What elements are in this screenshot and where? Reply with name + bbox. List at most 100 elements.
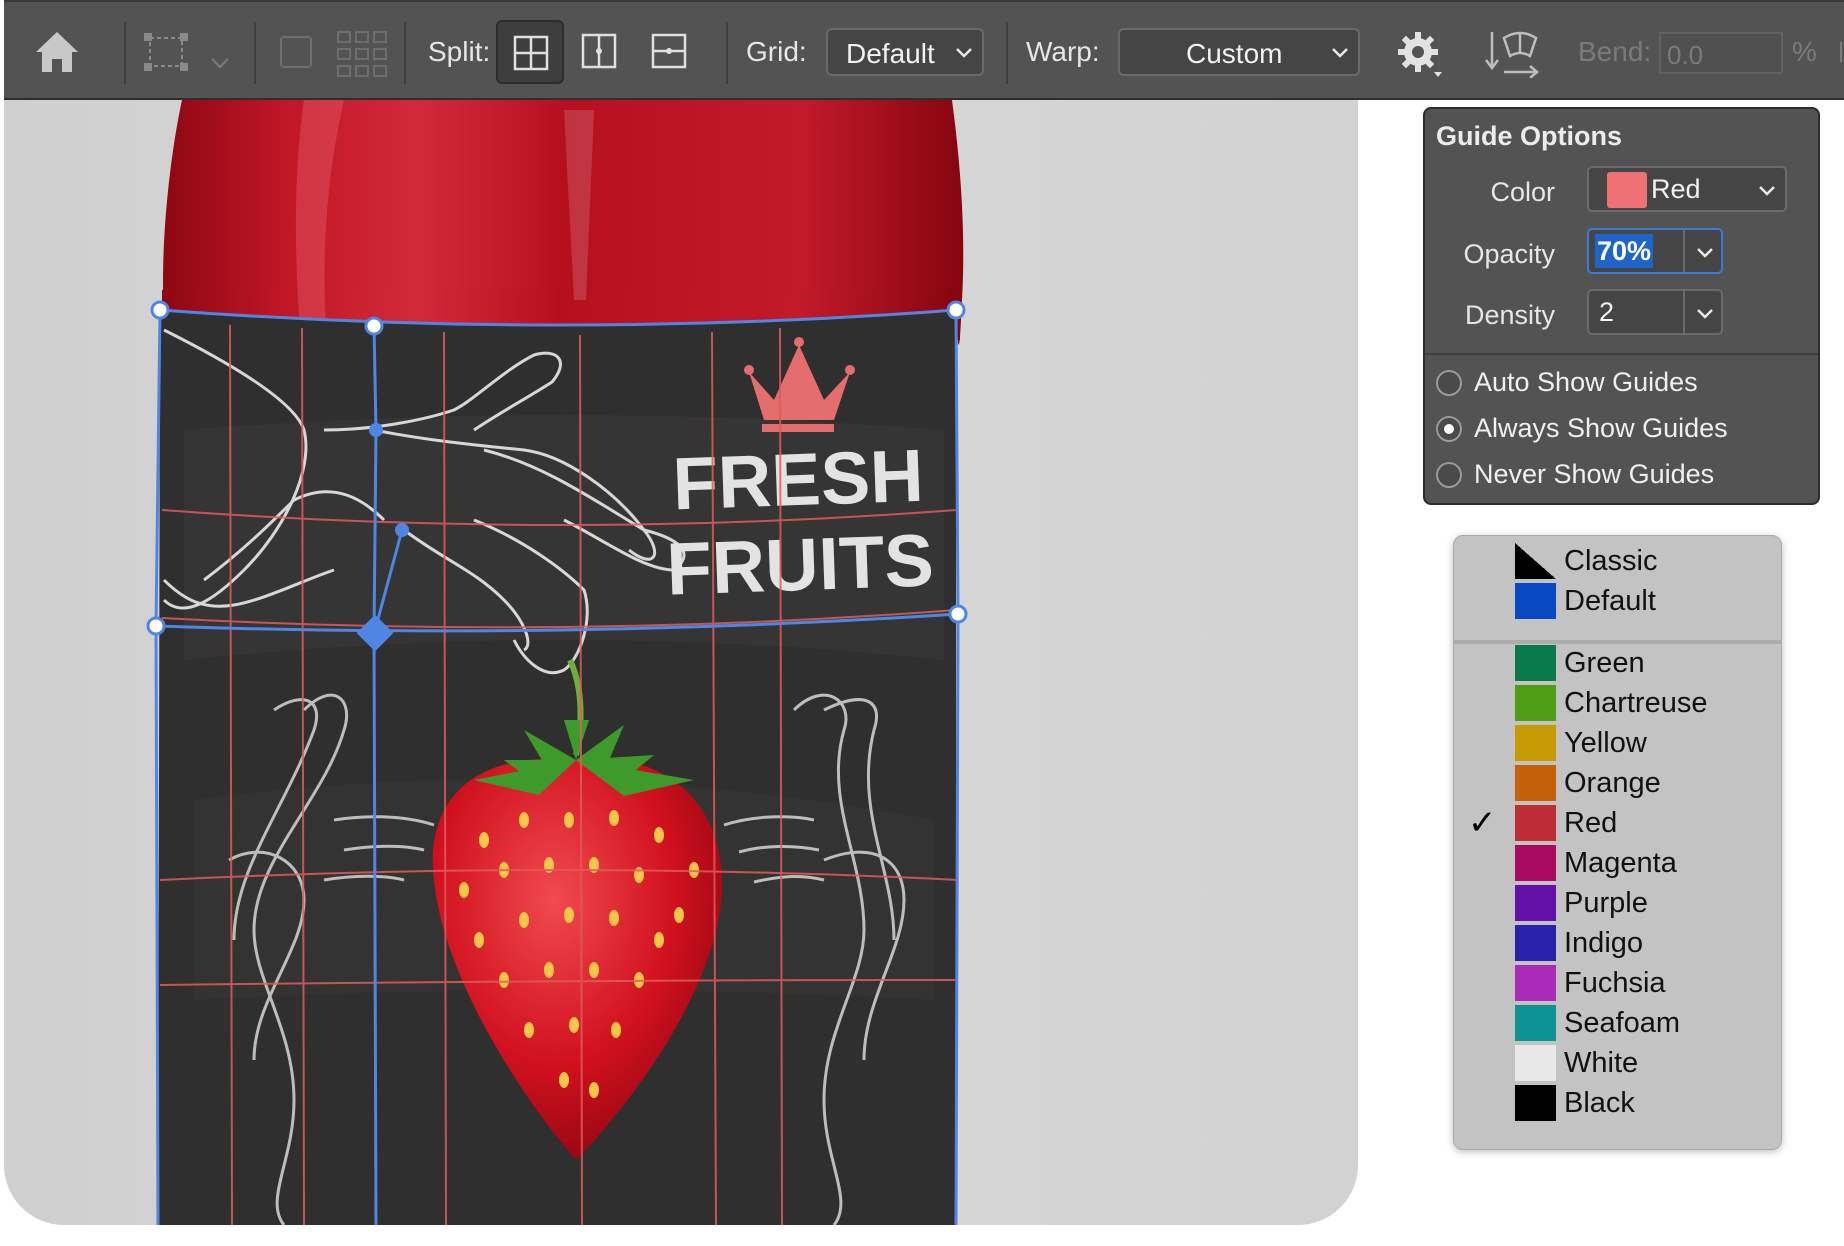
gear-icon[interactable] <box>1396 30 1446 80</box>
bottle-artwork: FRESH FRUITS <box>146 100 968 1225</box>
color-menu-label: Black <box>1564 1087 1635 1119</box>
transform-icon[interactable] <box>142 32 190 72</box>
bend-label: Bend: <box>1578 36 1652 67</box>
color-menu-item-seafoam[interactable]: Seafoam <box>1454 1003 1781 1043</box>
color-menu-label: Yellow <box>1564 727 1647 759</box>
split-crosswise-button[interactable] <box>496 20 564 84</box>
radio-label: Auto Show Guides <box>1474 367 1698 397</box>
color-menu-label: Chartreuse <box>1564 687 1708 719</box>
grid-label: Grid: <box>746 36 807 67</box>
color-menu-item-default[interactable]: Default <box>1454 581 1781 621</box>
split-horizontal-button[interactable] <box>636 20 704 84</box>
split-label: Split: <box>428 36 491 67</box>
color-swatch <box>1515 885 1556 921</box>
radio-label: Never Show Guides <box>1474 459 1715 489</box>
grid-dropdown[interactable]: Default <box>826 28 984 76</box>
color-swatch <box>1515 925 1556 961</box>
opacity-label: Opacity <box>1463 239 1555 269</box>
color-swatch <box>1607 172 1647 208</box>
home-icon[interactable] <box>34 30 80 74</box>
split-horizontal-icon <box>651 33 687 69</box>
radio-button-selected[interactable] <box>1436 416 1462 442</box>
color-menu-label: Red <box>1564 807 1618 839</box>
color-menu-label: Green <box>1564 647 1645 679</box>
split-vertical-icon <box>581 33 617 69</box>
chevron-down-icon <box>1332 48 1348 58</box>
color-menu-item-indigo[interactable]: Indigo <box>1454 923 1781 963</box>
grid-dots-icon <box>336 30 388 85</box>
split-crosswise-icon <box>513 35 549 71</box>
color-menu-label: Seafoam <box>1564 1007 1681 1039</box>
color-menu-item-magenta[interactable]: Magenta <box>1454 843 1781 883</box>
warp-dropdown-value: Custom <box>1186 38 1283 69</box>
chevron-down-icon <box>956 48 972 58</box>
opacity-input[interactable]: 70% <box>1587 228 1723 274</box>
warp-control-point <box>369 423 383 437</box>
panel-divider <box>1425 353 1818 355</box>
color-swatch <box>1515 765 1556 801</box>
color-swatch <box>1515 685 1556 721</box>
color-menu-item-purple[interactable]: Purple <box>1454 883 1781 923</box>
square-icon <box>280 36 312 68</box>
color-menu-label: Default <box>1564 585 1656 617</box>
color-dropdown-value: Red <box>1651 174 1701 204</box>
color-menu-item-chartreuse[interactable]: Chartreuse <box>1454 683 1781 723</box>
chevron-down-icon <box>1697 309 1713 319</box>
guide-options-title: Guide Options <box>1436 121 1622 151</box>
split-vertical-button[interactable] <box>566 20 634 84</box>
color-menu-item-fuchsia[interactable]: Fuchsia <box>1454 963 1781 1003</box>
color-swatch <box>1515 845 1556 881</box>
chevron-down-icon[interactable] <box>210 46 230 78</box>
label-text-fruits: FRUITS <box>665 518 935 610</box>
color-menu-label: Purple <box>1564 887 1648 919</box>
separator <box>1006 22 1008 84</box>
color-swatch <box>1515 583 1556 619</box>
warp-control-point <box>395 523 409 537</box>
guide-color-menu: Classic Default Green Chartreuse Yellow Orang… <box>1453 535 1782 1150</box>
color-menu-item-orange[interactable]: Orange <box>1454 763 1781 803</box>
color-swatch <box>1515 725 1556 761</box>
color-swatch <box>1515 1005 1556 1041</box>
chevron-down-icon <box>1759 186 1775 196</box>
opacity-value: 70% <box>1595 234 1654 268</box>
color-swatch <box>1515 1045 1556 1081</box>
color-menu-label: White <box>1564 1047 1639 1079</box>
color-menu-label: Indigo <box>1564 927 1644 959</box>
separator <box>404 22 406 84</box>
separator <box>726 22 728 84</box>
color-dropdown[interactable]: Red <box>1587 166 1787 212</box>
warp-orientation-icon[interactable] <box>1484 28 1540 79</box>
color-menu-item-yellow[interactable]: Yellow <box>1454 723 1781 763</box>
color-menu-label: Classic <box>1564 545 1658 577</box>
color-menu-item-white[interactable]: White <box>1454 1043 1781 1083</box>
color-menu-label: Fuchsia <box>1564 967 1666 999</box>
color-menu-label: Orange <box>1564 767 1661 799</box>
color-menu-item-red[interactable]: ✓ Red <box>1454 803 1781 843</box>
color-menu-item-classic[interactable]: Classic <box>1454 541 1781 581</box>
checkmark-icon: ✓ <box>1468 804 1497 842</box>
warp-label: Warp: <box>1026 36 1100 67</box>
color-swatch <box>1515 543 1556 579</box>
radio-button[interactable] <box>1436 462 1462 488</box>
bend-value: 0.0 <box>1667 40 1704 70</box>
separator <box>124 22 126 84</box>
bend-input[interactable]: 0.0 <box>1659 32 1783 74</box>
density-input[interactable]: 2 <box>1587 289 1723 335</box>
grid-dropdown-value: Default <box>846 38 935 69</box>
color-swatch <box>1515 1085 1556 1121</box>
color-menu-item-black[interactable]: Black <box>1454 1083 1781 1123</box>
color-swatch <box>1515 645 1556 681</box>
color-swatch <box>1515 805 1556 841</box>
warp-dropdown[interactable]: Custom <box>1118 28 1360 76</box>
options-bar: Split: Grid: Default Warp: Custom Bend: … <box>4 0 1844 100</box>
guide-options-panel: Guide Options Color Red Opacity 70% Dens… <box>1423 107 1820 505</box>
density-value: 2 <box>1599 297 1615 327</box>
color-label: Color <box>1490 177 1555 207</box>
document-canvas[interactable]: FRESH FRUITS <box>4 100 1358 1225</box>
separator <box>254 22 256 84</box>
chevron-down-icon <box>1697 248 1713 258</box>
radio-button[interactable] <box>1436 370 1462 396</box>
radio-label: Always Show Guides <box>1474 413 1728 443</box>
color-menu-item-green[interactable]: Green <box>1454 643 1781 683</box>
density-label: Density <box>1464 300 1555 330</box>
